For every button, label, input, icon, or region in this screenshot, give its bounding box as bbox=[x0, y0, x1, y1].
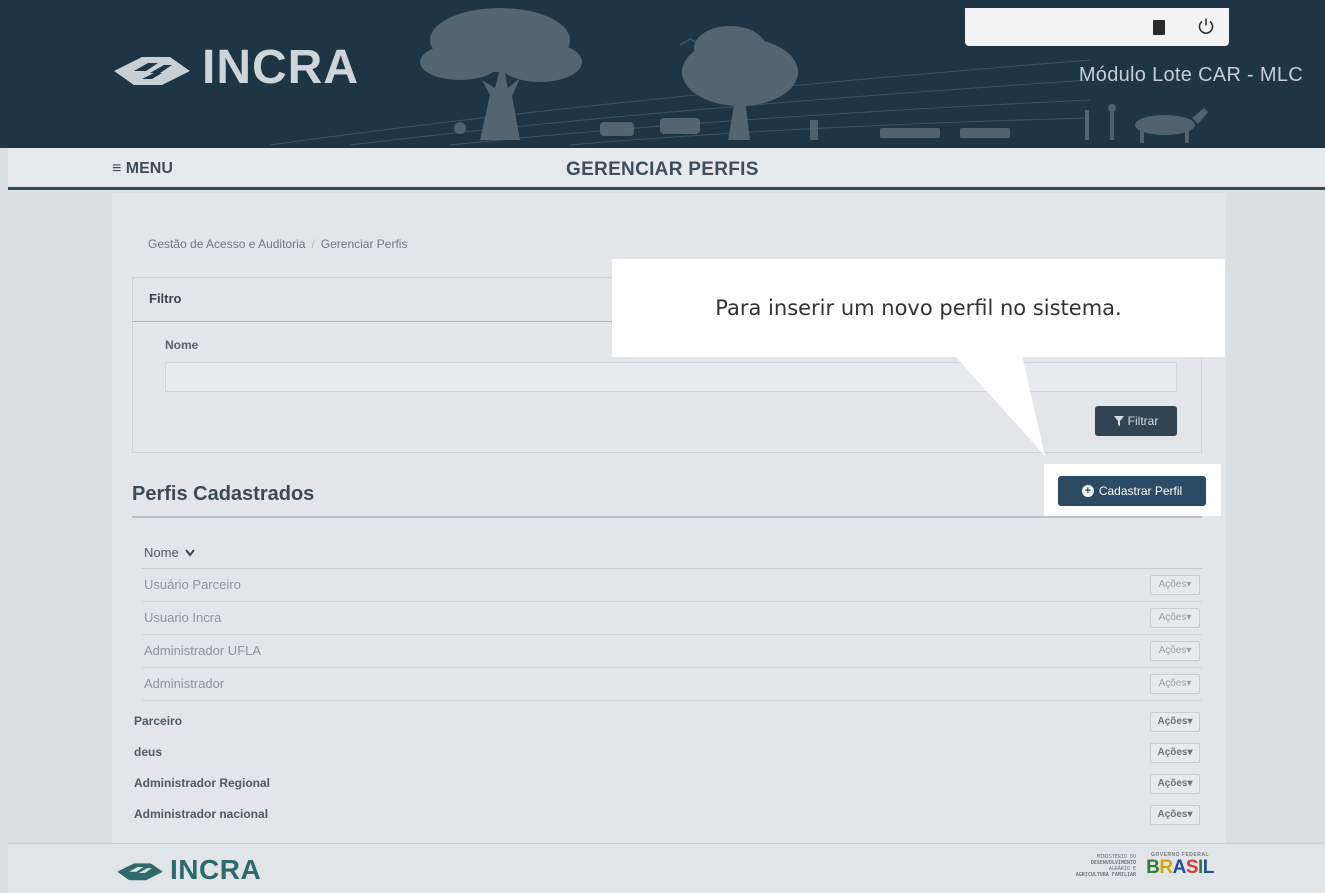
name-filter-input[interactable] bbox=[165, 362, 1177, 392]
name-filter-label: Nome bbox=[165, 338, 199, 352]
actions-dropdown[interactable]: Ações▾ bbox=[1150, 641, 1200, 661]
site-footer: INCRA MINISTÉRIO DO DESENVOLVIMENTO AGRÁ… bbox=[8, 843, 1325, 893]
logo-text: INCRA bbox=[202, 41, 359, 94]
table-row: Administrador nacional Ações▾ bbox=[132, 799, 1202, 830]
incra-logo-mark-icon bbox=[114, 56, 190, 85]
user-toolbar bbox=[965, 8, 1229, 46]
table-row: Administrador UFLA Ações▾ bbox=[142, 635, 1202, 668]
add-profile-button[interactable]: + Cadastrar Perfil bbox=[1058, 476, 1206, 506]
page-title: GERENCIAR PERFIS bbox=[566, 159, 759, 180]
actions-dropdown[interactable]: Ações▾ bbox=[1150, 575, 1200, 595]
tutorial-callout: Para inserir um novo perfil no sistema. bbox=[612, 259, 1225, 357]
column-header-name[interactable]: Nome bbox=[142, 533, 1202, 569]
site-header: INCRA Módulo Lote CAR - MLC bbox=[0, 0, 1325, 148]
column-header-label: Nome bbox=[144, 545, 179, 560]
footer-logo-text: INCRA bbox=[170, 854, 262, 885]
incra-logo-mark-icon bbox=[117, 863, 163, 881]
profile-name: deus bbox=[134, 745, 163, 759]
actions-dropdown[interactable]: Ações▾ bbox=[1150, 805, 1200, 825]
brasil-wordmark: BRASIL bbox=[1146, 857, 1214, 878]
menu-button[interactable]: ≡ MENU bbox=[112, 160, 173, 178]
profile-name: Usuário Parceiro bbox=[144, 577, 241, 592]
table-row: deus Ações▾ bbox=[132, 737, 1202, 768]
table-row: Usuario Incra Ações▾ bbox=[142, 602, 1202, 635]
chevron-down-icon bbox=[185, 549, 196, 557]
ministry-logo: MINISTÉRIO DO DESENVOLVIMENTO AGRÁRIO E … bbox=[1075, 854, 1136, 878]
book-icon[interactable] bbox=[1153, 20, 1165, 35]
plus-circle-icon: + bbox=[1081, 485, 1094, 497]
profile-name: Parceiro bbox=[134, 714, 183, 728]
table-row: Usuário Parceiro Ações▾ bbox=[142, 569, 1202, 602]
add-profile-button-label: Cadastrar Perfil bbox=[1098, 484, 1183, 498]
actions-dropdown[interactable]: Ações▾ bbox=[1150, 608, 1200, 628]
incra-logo[interactable]: INCRA bbox=[112, 40, 359, 95]
profiles-table-extra: Parceiro Ações▾ deus Ações▾ Administrador … bbox=[132, 706, 1202, 830]
module-title: Módulo Lote CAR - MLC bbox=[1078, 64, 1303, 86]
profile-name: Administrador bbox=[144, 676, 225, 691]
table-row: Administrador Ações▾ bbox=[142, 668, 1202, 701]
table-row: Parceiro Ações▾ bbox=[132, 706, 1202, 737]
funnel-icon bbox=[1113, 416, 1124, 426]
actions-dropdown[interactable]: Ações▾ bbox=[1150, 774, 1200, 794]
breadcrumb-separator: / bbox=[311, 237, 315, 251]
breadcrumb-item-profiles: Gerenciar Perfis bbox=[320, 237, 408, 251]
filter-button[interactable]: Filtrar bbox=[1095, 406, 1177, 436]
profile-name: Administrador nacional bbox=[134, 807, 269, 821]
profiles-section-title: Perfis Cadastrados bbox=[132, 483, 1202, 518]
profile-name: Usuario Incra bbox=[144, 610, 222, 625]
profile-name: Administrador Regional bbox=[134, 776, 271, 790]
actions-dropdown[interactable]: Ações▾ bbox=[1150, 712, 1200, 732]
profiles-table: Nome Usuário Parceiro Ações▾ Usuario Incr… bbox=[142, 533, 1202, 701]
power-icon[interactable] bbox=[1197, 17, 1215, 35]
profile-name: Administrador UFLA bbox=[144, 643, 262, 658]
breadcrumb-item-access[interactable]: Gestão de Acesso e Auditoria bbox=[148, 237, 305, 251]
actions-dropdown[interactable]: Ações▾ bbox=[1150, 743, 1200, 763]
filter-button-label: Filtrar bbox=[1127, 414, 1159, 428]
table-row: Administrador Regional Ações▾ bbox=[132, 768, 1202, 799]
footer-incra-logo: INCRA bbox=[116, 854, 261, 886]
government-brasil-logo: GOVERNO FEDERAL BRASIL bbox=[1140, 852, 1220, 886]
main-navbar: ≡ MENU GERENCIAR PERFIS bbox=[8, 148, 1325, 190]
actions-dropdown[interactable]: Ações▾ bbox=[1150, 674, 1200, 694]
